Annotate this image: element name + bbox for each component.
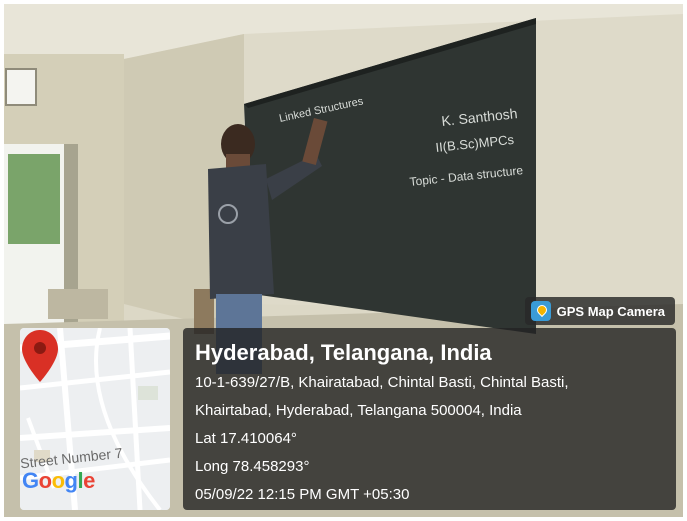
- logo-letter-3: o: [51, 468, 65, 493]
- map-thumbnail: Street Number 7 Google: [20, 328, 170, 510]
- location-title: Hyderabad, Telangana, India: [195, 340, 492, 365]
- location-pin-icon: [22, 330, 58, 382]
- logo-letter-4: g: [64, 468, 78, 493]
- latitude-value: Lat 17.410064°: [195, 430, 297, 447]
- google-logo: Google: [22, 468, 95, 494]
- datetime-value: 05/09/22 12:15 PM GMT +05:30: [195, 486, 410, 503]
- logo-letter-6: e: [83, 468, 95, 493]
- gps-map-camera-badge: GPS Map Camera: [524, 297, 675, 325]
- location-info-panel: Hyderabad, Telangana, India 10-1-639/27/…: [183, 328, 676, 510]
- logo-letter-2: o: [38, 468, 52, 493]
- address-line-2: Khairtabad, Hyderabad, Telangana 500004,…: [195, 402, 522, 419]
- address-line-1: 10-1-639/27/B, Khairatabad, Chintal Bast…: [195, 374, 569, 391]
- logo-letter-1: G: [22, 468, 39, 493]
- map-pin-app-icon: [530, 301, 551, 321]
- badge-label: GPS Map Camera: [556, 303, 665, 319]
- longitude-value: Long 78.458293°: [195, 458, 310, 475]
